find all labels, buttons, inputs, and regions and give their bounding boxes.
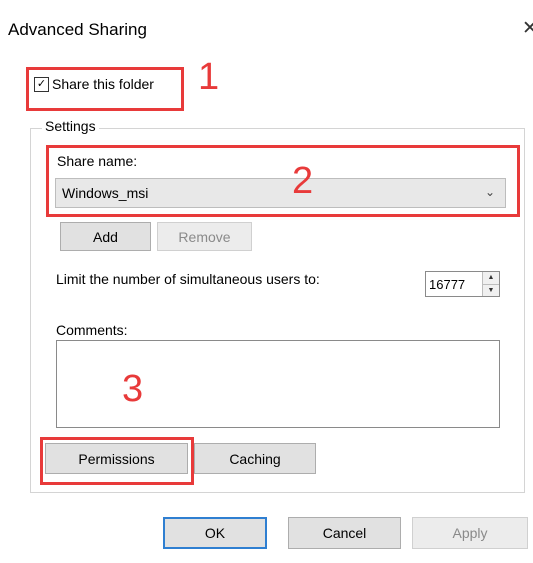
cancel-button[interactable]: Cancel [288, 517, 401, 549]
remove-button[interactable]: Remove [157, 222, 252, 251]
annotation-box-1 [26, 67, 184, 111]
comments-label: Comments: [56, 322, 128, 338]
apply-button[interactable]: Apply [412, 517, 528, 549]
user-limit-value[interactable]: 16777 [426, 272, 482, 296]
limit-users-label: Limit the number of simultaneous users t… [56, 271, 320, 287]
ok-button[interactable]: OK [163, 517, 267, 549]
caching-button[interactable]: Caching [194, 443, 316, 474]
annotation-box-3 [40, 437, 194, 485]
annotation-box-2 [46, 145, 520, 217]
arrow-up-icon[interactable]: ▲ [483, 272, 499, 284]
add-button[interactable]: Add [60, 222, 151, 251]
annotation-number-2: 2 [292, 160, 314, 202]
arrow-down-icon[interactable]: ▼ [483, 283, 499, 296]
user-limit-spinner[interactable]: 16777 ▲ ▼ [425, 271, 500, 297]
annotation-number-3: 3 [122, 368, 144, 410]
close-icon[interactable]: ✕ [522, 17, 533, 40]
settings-group-label: Settings [42, 118, 99, 134]
dialog-title: Advanced Sharing [8, 20, 147, 39]
annotation-number-1: 1 [198, 56, 220, 98]
